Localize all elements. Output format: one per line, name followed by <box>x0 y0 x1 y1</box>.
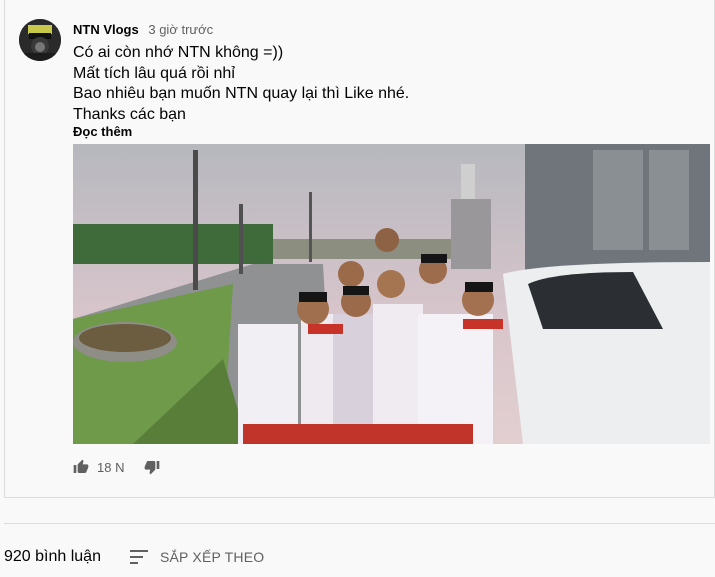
post-text-line: Mất tích lâu quá rồi nhỉ <box>73 64 235 82</box>
dislike-button[interactable] <box>144 459 160 475</box>
post-text-line: Thanks các bạn <box>73 105 186 123</box>
sort-lines-icon <box>129 550 148 564</box>
sort-button[interactable]: SẮP XẾP THEO <box>129 549 265 565</box>
post-text: Có ai còn nhớ NTN không =)) Mất tích lâu… <box>73 43 409 125</box>
channel-name[interactable]: NTN Vlogs <box>73 22 139 37</box>
read-more-link[interactable]: Đọc thêm <box>73 124 132 139</box>
thumb-down-icon <box>145 461 160 475</box>
post-time[interactable]: 3 giờ trước <box>148 22 213 37</box>
like-count: 18 N <box>97 459 125 475</box>
channel-avatar[interactable] <box>19 19 61 61</box>
sort-label: SẮP XẾP THEO <box>159 549 265 565</box>
like-button[interactable]: 18 N <box>73 459 124 475</box>
post-text-line: Bao nhiêu bạn muốn NTN quay lại thì Like… <box>73 85 410 102</box>
thumb-up-icon <box>73 459 89 473</box>
comment-count: 920 bình luận <box>4 548 101 565</box>
comments-header: 920 bình luận SẮP XẾP THEO <box>4 548 264 566</box>
section-divider <box>4 523 715 524</box>
post-header: NTN Vlogs 3 giờ trước <box>73 22 213 37</box>
post-text-line: Có ai còn nhớ NTN không =)) <box>73 44 284 61</box>
post-actions: 18 N <box>73 457 160 477</box>
post-image[interactable] <box>73 144 710 444</box>
